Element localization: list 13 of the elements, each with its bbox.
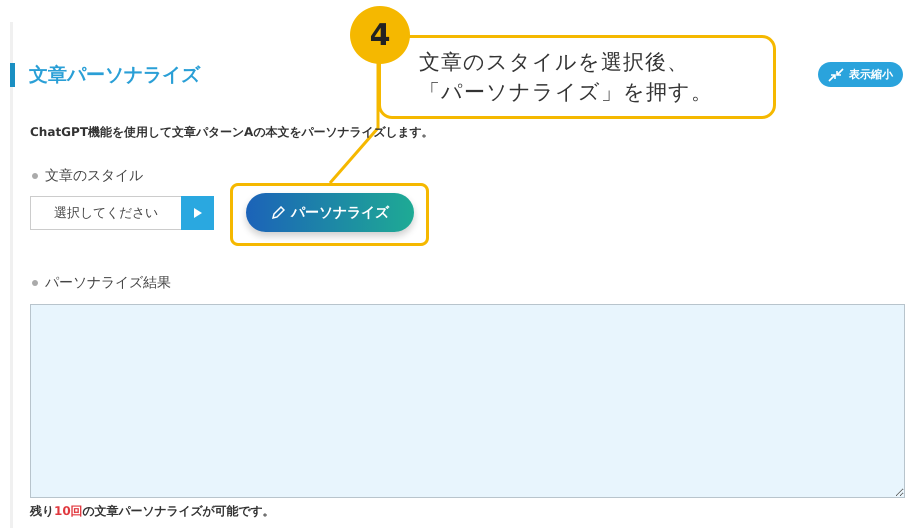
dropdown-button[interactable]: [181, 196, 214, 230]
style-label: 文章のスタイル: [32, 167, 903, 185]
shrink-icon: [828, 68, 844, 82]
result-label: パーソナライズ結果: [32, 274, 903, 292]
result-field[interactable]: [30, 304, 905, 498]
pencil-icon: [271, 206, 285, 220]
description-text: ChatGPT機能を使用して文章パターンAの本文をパーソナライズします。: [30, 124, 434, 141]
personalize-button[interactable]: パーソナライズ: [246, 193, 414, 232]
play-icon: [194, 208, 202, 218]
collapse-button[interactable]: 表示縮小: [818, 62, 903, 87]
style-select[interactable]: 選択してください: [30, 196, 181, 230]
remaining-text: 残り 10回の文章パーソナライズが可能です。: [30, 503, 276, 520]
section-title: 文章パーソナライズ: [10, 62, 200, 86]
